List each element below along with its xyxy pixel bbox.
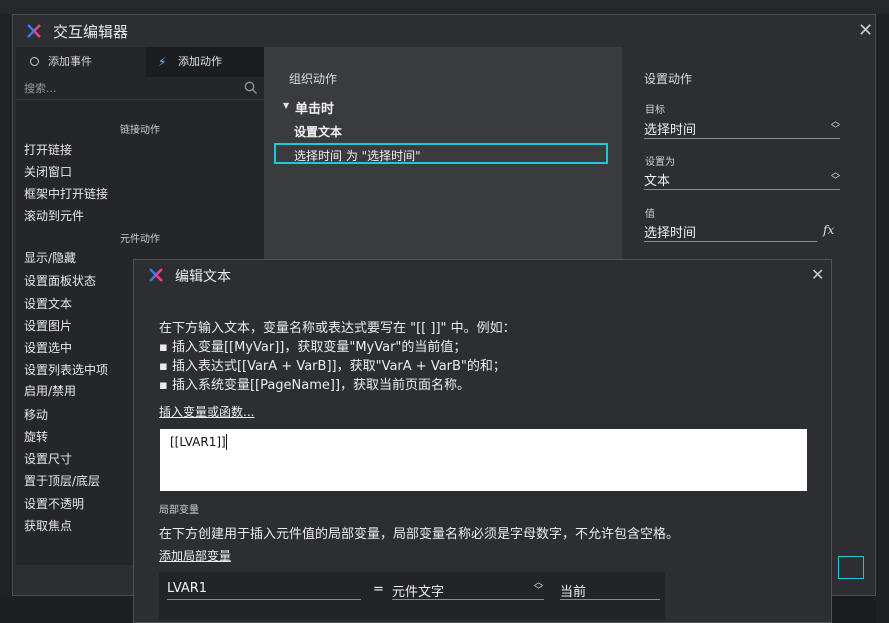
function-fx-icon[interactable]: fx	[823, 223, 834, 237]
group-heading-link-actions: 链接动作	[120, 125, 160, 136]
tab-add-event[interactable]: 添加事件	[16, 47, 146, 77]
action-detail-row[interactable]: 选择时间 为 "选择时间"	[274, 143, 608, 164]
action-item[interactable]: 移动	[24, 406, 48, 423]
variable-target-text: 当前	[560, 585, 587, 600]
add-local-variable-link[interactable]: 添加局部变量	[159, 547, 231, 564]
instruction-example: ▪ 插入表达式[[VarA + VarB]]，获取"VarA + VarB"的和…	[159, 359, 506, 374]
tab-label: 添加动作	[178, 55, 222, 68]
close-icon[interactable]: ✕	[811, 266, 824, 284]
field-underline	[560, 599, 660, 600]
updown-chevron-icon: ︿ ﹀	[831, 168, 841, 186]
set-to-value: 文本	[644, 174, 671, 189]
background-app-right-edge	[876, 14, 889, 623]
tab-label: 添加事件	[48, 55, 92, 68]
background-app-bottom-edge	[0, 596, 135, 623]
action-item[interactable]: 设置文本	[24, 295, 72, 312]
value-input[interactable]: 选择时间	[644, 220, 817, 242]
action-item[interactable]: 框架中打开链接	[24, 185, 108, 202]
updown-chevron-icon: ︿ ﹀	[831, 117, 841, 135]
target-value: 选择时间	[644, 123, 697, 138]
background-app-left-edge	[0, 14, 12, 623]
field-underline	[644, 241, 817, 242]
panel-heading: 组织动作	[289, 72, 338, 86]
action-item[interactable]: 获取焦点	[24, 517, 72, 534]
text-editor-value: [[LVAR1]]	[170, 435, 226, 449]
dialog-title: 编辑文本	[175, 269, 231, 285]
search-row	[16, 77, 264, 100]
set-to-select[interactable]: 文本 ︿ ﹀	[644, 168, 840, 190]
field-underline	[167, 599, 361, 600]
variable-name-text: LVAR1	[167, 581, 208, 596]
instruction-example: ▪ 插入变量[[MyVar]]，获取变量"MyVar"的当前值；	[159, 340, 467, 355]
action-item[interactable]: 设置图片	[24, 317, 72, 334]
search-icon[interactable]	[244, 81, 258, 95]
action-item[interactable]: 启用/禁用	[24, 382, 76, 399]
equals-sign: =	[373, 582, 384, 597]
close-icon[interactable]: ✕	[858, 22, 873, 40]
field-underline	[644, 138, 840, 139]
local-variable-target-select[interactable]: 当前	[560, 579, 660, 600]
panel-heading: 设置动作	[644, 72, 693, 86]
local-variables-heading: 局部变量	[159, 505, 199, 516]
action-item[interactable]: 显示/隐藏	[24, 249, 76, 266]
axure-logo-icon	[149, 268, 163, 282]
event-label[interactable]: 单击时	[295, 98, 334, 117]
dialog-titlebar: 交互编辑器 ✕	[13, 15, 875, 47]
action-item[interactable]: 滚动到元件	[24, 207, 84, 224]
text-cursor	[226, 434, 227, 450]
edit-text-dialog: 编辑文本 ✕ 在下方输入文本，变量名称或表达式要写在 "[[ ]]" 中。例如：…	[133, 259, 832, 623]
local-variables-description: 在下方创建用于插入元件值的局部变量，局部变量名称必须是字母数字，不允许包含空格。	[159, 527, 680, 542]
local-variable-name-input[interactable]: LVAR1	[167, 579, 361, 600]
text-editor-area[interactable]: [[LVAR1]]	[160, 429, 807, 491]
action-label[interactable]: 设置文本	[294, 123, 342, 140]
radio-icon	[30, 57, 39, 66]
local-variable-row: LVAR1 = 元件文字 ︿ ﹀ 当前	[159, 572, 665, 620]
collapse-triangle-icon[interactable]: ▼	[283, 101, 289, 110]
action-item[interactable]: 旋转	[24, 428, 48, 445]
action-item[interactable]: 设置选中	[24, 339, 72, 356]
instruction-example: ▪ 插入系统变量[[PageName]]，获取当前页面名称。	[159, 378, 471, 393]
search-input[interactable]	[24, 77, 224, 99]
value-label: 值	[645, 209, 655, 220]
action-item[interactable]: 关闭窗口	[24, 163, 72, 180]
action-item[interactable]: 设置列表选中项	[24, 361, 108, 378]
action-detail-text: 选择时间 为 "选择时间"	[294, 149, 421, 163]
ok-button-fragment[interactable]	[838, 556, 864, 579]
instruction-text: 在下方输入文本，变量名称或表达式要写在 "[[ ]]" 中。例如：	[159, 321, 516, 336]
action-item[interactable]: 设置尺寸	[24, 450, 72, 467]
tab-add-action[interactable]: ⚡ 添加动作	[146, 47, 264, 77]
updown-chevron-icon: ︿ ﹀	[534, 578, 544, 596]
lightning-icon: ⚡	[158, 55, 167, 69]
local-variable-type-select[interactable]: 元件文字 ︿ ﹀	[392, 579, 544, 600]
action-item[interactable]: 置于顶层/底层	[24, 472, 100, 489]
target-select[interactable]: 选择时间 ︿ ﹀	[644, 117, 840, 139]
variable-type-text: 元件文字	[392, 585, 445, 600]
dialog-title: 交互编辑器	[53, 23, 129, 41]
target-label: 目标	[645, 105, 665, 116]
set-to-label: 设置为	[645, 157, 675, 168]
insert-variable-link[interactable]: 插入变量或函数...	[159, 403, 254, 420]
action-item[interactable]: 打开链接	[24, 141, 72, 158]
field-underline	[392, 599, 544, 600]
axure-logo-icon	[27, 24, 41, 38]
background-app-toolbar	[0, 0, 889, 14]
field-underline	[644, 189, 840, 190]
value-text: 选择时间	[644, 226, 697, 241]
group-heading-widget-actions: 元件动作	[120, 234, 160, 245]
action-item[interactable]: 设置不透明	[24, 495, 84, 512]
action-item[interactable]: 设置面板状态	[24, 272, 96, 289]
